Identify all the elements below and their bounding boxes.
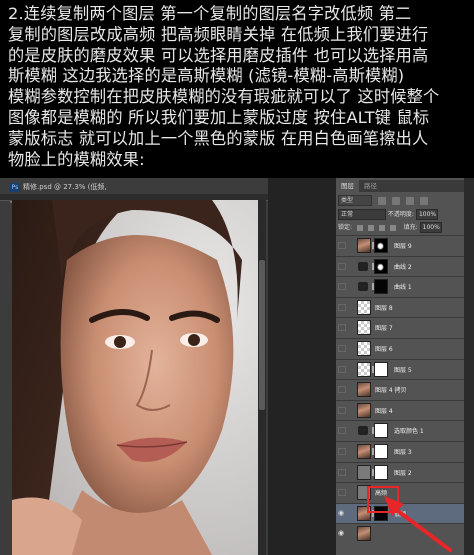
- adjustment-layer-icon: [358, 261, 368, 271]
- layer-row[interactable]: 图层 9: [336, 235, 464, 256]
- visibility-toggle[interactable]: [338, 468, 346, 476]
- caption-line: 的是皮肤的磨皮效果 可以选择用磨皮插件 也可以选择用高: [8, 45, 429, 65]
- visibility-toggle[interactable]: [338, 344, 346, 352]
- photoshop-logo-icon: Ps: [10, 182, 20, 192]
- visibility-toggle[interactable]: [338, 489, 346, 497]
- adjustment-layer-icon: [358, 426, 368, 436]
- instruction-caption: 2.连续复制两个图层 第一个复制的图层名字改低频 第二 复制的图层改成高频 把高…: [0, 0, 474, 172]
- layer-name: 图层 2: [394, 469, 412, 477]
- tab-layers[interactable]: 图层: [336, 180, 359, 192]
- layer-name: 图层 4 拷贝: [375, 387, 407, 395]
- layer-mask-thumbnail[interactable]: [374, 443, 388, 459]
- layer-mask-thumbnail[interactable]: [374, 238, 388, 253]
- shape-filter-icon[interactable]: [419, 196, 428, 205]
- caption-line: 物脸上的模糊效果:: [8, 149, 145, 169]
- caption-line: 斯模糊 这边我选择的是高斯模糊 (滤镜-模糊-高斯模糊): [8, 66, 405, 86]
- document-tab[interactable]: Ps精修.psd @ 27.3% (低频, RGB/8) *×: [10, 180, 130, 205]
- layer-thumbnail[interactable]: [357, 402, 371, 418]
- layer-name: 曲线 1: [394, 284, 412, 292]
- adjustment-filter-icon[interactable]: [391, 196, 400, 205]
- lock-pixels-icon[interactable]: [367, 224, 374, 231]
- fill-label: 填充:: [403, 224, 418, 231]
- layer-filter-row: 类型: [338, 195, 462, 207]
- layer-mask-thumbnail[interactable]: [374, 361, 388, 377]
- lock-transparent-icon[interactable]: [356, 224, 363, 231]
- caption-line: 复制的图层改成高频 把高频眼睛关掉 在低频上我们要进行: [8, 24, 429, 44]
- visibility-toggle[interactable]: [338, 447, 346, 455]
- visibility-toggle[interactable]: [338, 427, 346, 435]
- lock-position-icon[interactable]: [378, 224, 385, 231]
- caption-line: 蒙版标志 就可以加上一个黑色的蒙版 在用白色画笔擦出人: [8, 128, 429, 148]
- layer-name: 曲线 2: [394, 263, 412, 271]
- layer-name: 图层 5: [394, 366, 412, 374]
- filter-kind-select[interactable]: 类型: [338, 195, 372, 206]
- type-filter-icon[interactable]: [405, 196, 414, 205]
- layer-row[interactable]: 图层 5: [336, 358, 464, 380]
- layer-row[interactable]: 图层 6: [336, 337, 464, 359]
- workspace-gap: [268, 178, 336, 555]
- portrait-photo: [12, 200, 258, 555]
- blend-mode-select[interactable]: 正常: [338, 209, 386, 220]
- layer-name: 图层 6: [375, 345, 393, 353]
- layer-thumbnail[interactable]: [357, 299, 371, 315]
- visibility-toggle[interactable]: [338, 365, 346, 373]
- adjustment-layer-icon: [358, 282, 368, 292]
- layer-name: 图层 4: [375, 407, 393, 415]
- panel-edge: [464, 178, 474, 555]
- visibility-toggle[interactable]: [338, 386, 346, 394]
- visibility-toggle[interactable]: [338, 283, 346, 291]
- layer-mask-thumbnail[interactable]: [374, 258, 388, 274]
- panel-tabs: 图层 路径: [336, 180, 464, 192]
- layer-row[interactable]: 图层 2: [336, 461, 464, 483]
- layer-name: 图层 3: [394, 448, 412, 456]
- layer-thumbnail[interactable]: [357, 464, 371, 480]
- layer-thumbnail[interactable]: [357, 382, 371, 398]
- pixel-filter-icon[interactable]: [377, 196, 386, 205]
- layer-row[interactable]: 曲线 2: [336, 255, 464, 277]
- visibility-toggle[interactable]: [338, 406, 346, 414]
- scrollbar-thumb[interactable]: [259, 260, 265, 410]
- caption-line: 2.连续复制两个图层 第一个复制的图层名字改低频 第二: [8, 4, 412, 23]
- tab-paths[interactable]: 路径: [359, 180, 382, 192]
- visibility-toggle[interactable]: [338, 262, 346, 270]
- visibility-toggle[interactable]: [338, 303, 346, 311]
- opacity-label: 不透明度:: [387, 211, 414, 218]
- layer-thumbnail[interactable]: [357, 443, 371, 459]
- caption-line: 模糊参数控制在把皮肤模糊的没有瑕疵就可以了 这时候整个: [8, 87, 440, 107]
- layer-thumbnail[interactable]: [357, 340, 371, 356]
- layer-row[interactable]: 选取颜色 1: [336, 420, 464, 441]
- vertical-scrollbar[interactable]: [258, 200, 266, 555]
- layer-thumbnail[interactable]: [357, 361, 371, 377]
- image-canvas[interactable]: [12, 200, 258, 555]
- layer-thumbnail[interactable]: [357, 526, 371, 542]
- layer-mask-thumbnail[interactable]: [374, 423, 388, 439]
- fill-input[interactable]: 100%: [419, 222, 442, 233]
- layer-row[interactable]: 图层 4 拷贝: [336, 379, 464, 400]
- blend-row: 正常 不透明度: 100%: [338, 209, 462, 221]
- eye-icon[interactable]: ◉: [338, 530, 346, 537]
- lock-label: 锁定:: [338, 224, 353, 231]
- layer-row[interactable]: 图层 7: [336, 317, 464, 338]
- layer-name: 选取颜色 1: [394, 428, 424, 436]
- layer-row[interactable]: 图层 8: [336, 296, 464, 318]
- layer-name: 图层 8: [375, 304, 393, 312]
- layer-row[interactable]: 图层 3: [336, 440, 464, 462]
- visibility-toggle[interactable]: [338, 324, 346, 332]
- layer-row[interactable]: 曲线 1: [336, 276, 464, 297]
- lock-all-icon[interactable]: [389, 224, 396, 231]
- lock-row: 锁定: 填充: 100%: [338, 222, 462, 234]
- layer-mask-thumbnail[interactable]: [374, 464, 388, 480]
- layer-name: 图层 7: [375, 325, 393, 333]
- layer-row[interactable]: 图层 4: [336, 399, 464, 421]
- visibility-toggle[interactable]: [338, 242, 346, 249]
- annotation-arrow: [384, 496, 452, 552]
- layer-thumbnail[interactable]: [357, 238, 371, 253]
- layer-mask-thumbnail[interactable]: [374, 279, 388, 295]
- layer-thumbnail[interactable]: [357, 320, 371, 336]
- caption-line: 图像都是模糊的 所以我们要加上蒙版过度 按住ALT键 鼠标: [8, 107, 430, 127]
- opacity-input[interactable]: 100%: [415, 209, 438, 220]
- layer-name: 图层 9: [394, 243, 412, 250]
- eye-icon[interactable]: ◉: [338, 509, 346, 517]
